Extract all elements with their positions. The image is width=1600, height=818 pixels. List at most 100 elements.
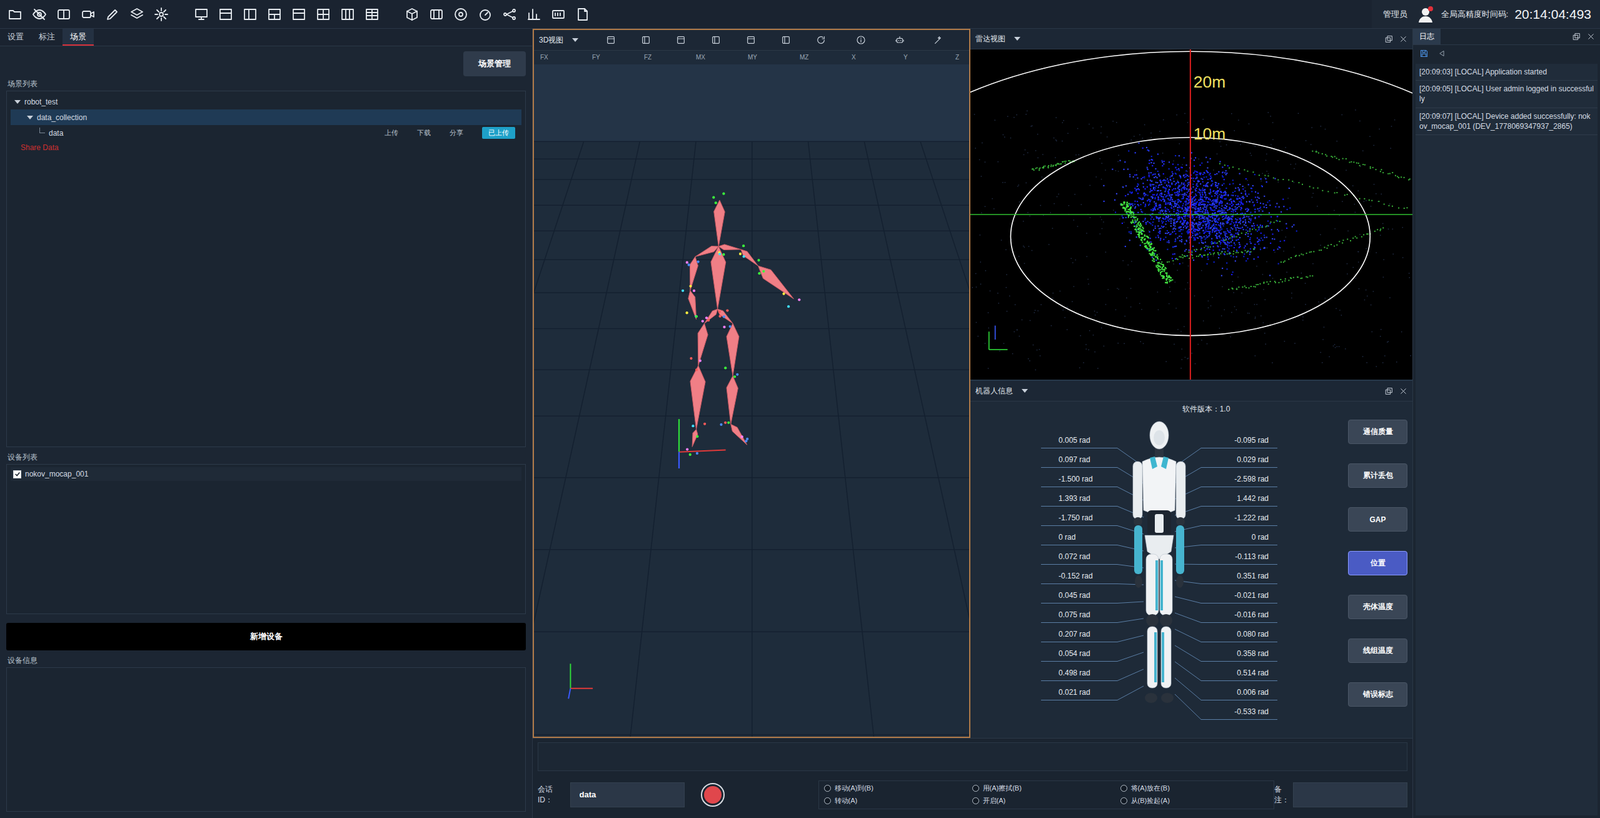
- camera-view-icon[interactable]: [710, 35, 721, 46]
- radio-dot[interactable]: [824, 797, 831, 805]
- action-radio[interactable]: 转动(A): [824, 794, 973, 808]
- save-icon[interactable]: [1419, 48, 1429, 59]
- device-row[interactable]: nokov_mocap_001: [10, 467, 522, 481]
- gear-icon[interactable]: [153, 6, 169, 22]
- tree-row[interactable]: data_collection: [10, 109, 522, 126]
- metric-button[interactable]: 位置: [1348, 550, 1408, 576]
- metric-button[interactable]: 通信质量: [1348, 419, 1408, 444]
- box-icon[interactable]: [550, 6, 566, 22]
- info-icon[interactable]: [855, 35, 866, 46]
- document-icon[interactable]: [575, 6, 591, 22]
- record-button[interactable]: [700, 782, 725, 807]
- tab[interactable]: 标注: [31, 28, 63, 46]
- action-radio[interactable]: 将(A)放在(B): [1120, 782, 1269, 795]
- camera-icon[interactable]: [80, 6, 96, 22]
- radio-dot[interactable]: [972, 784, 980, 792]
- scene-manager-button[interactable]: 场景管理: [463, 51, 526, 77]
- chart-icon[interactable]: [526, 6, 542, 22]
- action-radio[interactable]: 从(B)捡起(A): [1120, 794, 1269, 808]
- split-icon[interactable]: [56, 6, 72, 22]
- back-icon[interactable]: [1437, 49, 1446, 58]
- close-icon[interactable]: [1399, 35, 1408, 44]
- joint-value: 0.075 rad: [1041, 603, 1118, 623]
- layout-icon[interactable]: [242, 6, 258, 22]
- tree-row[interactable]: data上传下载分享已上传: [10, 125, 522, 141]
- add-device-button[interactable]: 新增设备: [6, 622, 526, 651]
- radio-dot[interactable]: [1120, 797, 1128, 805]
- camera-view-icon[interactable]: [745, 35, 756, 46]
- film-icon[interactable]: [428, 6, 444, 22]
- pen-icon[interactable]: [105, 6, 121, 22]
- layout-icon[interactable]: [266, 6, 282, 22]
- network-icon[interactable]: [502, 6, 518, 22]
- avatar-icon[interactable]: [1416, 5, 1435, 24]
- joint-value: 0.006 rad: [1201, 680, 1278, 701]
- metric-button[interactable]: GAP: [1348, 507, 1408, 532]
- left-panel: 设置标注场景场景管理场景列表robot_testdata_collectiond…: [0, 28, 533, 818]
- expand-toggle[interactable]: [26, 115, 34, 120]
- timecode: 20:14:04:493: [1514, 6, 1592, 22]
- action-radio[interactable]: 用(A)擦拭(B): [972, 782, 1121, 795]
- radio-dot[interactable]: [824, 784, 831, 792]
- share-data-link[interactable]: Share Data: [10, 140, 522, 152]
- camera-view-icon[interactable]: [675, 35, 686, 46]
- close-icon[interactable]: [1399, 387, 1408, 396]
- layers-icon[interactable]: [129, 6, 145, 22]
- dropdown-arrow[interactable]: [1014, 36, 1021, 41]
- disc-icon[interactable]: [453, 6, 469, 22]
- wand-icon[interactable]: [933, 35, 944, 46]
- dropdown-arrow[interactable]: [572, 38, 579, 42]
- layout-icon[interactable]: [315, 6, 331, 22]
- note-input[interactable]: [1293, 782, 1408, 808]
- tab[interactable]: 设置: [0, 28, 32, 46]
- monitor-icon[interactable]: [193, 6, 209, 22]
- session-label: 会话ID：: [537, 784, 567, 806]
- tree-label: data_collection: [36, 113, 87, 122]
- robot-icon[interactable]: [894, 35, 905, 46]
- radio-dot[interactable]: [972, 797, 980, 805]
- radar-canvas[interactable]: 20m10m: [970, 49, 1413, 380]
- left-joints: 0.005 rad0.097 rad-1.500 rad1.393 rad-1.…: [1041, 416, 1118, 701]
- cube-icon[interactable]: [404, 6, 420, 22]
- metric-button[interactable]: 累计丢包: [1348, 463, 1408, 488]
- scene-action[interactable]: 分享: [449, 128, 464, 138]
- camera-view-icon[interactable]: [780, 35, 791, 46]
- metric-button[interactable]: 错误标志: [1348, 682, 1408, 707]
- action-radio[interactable]: 开启(A): [972, 794, 1121, 808]
- expand-toggle[interactable]: [14, 100, 21, 104]
- folder-icon[interactable]: [7, 6, 23, 22]
- layout-icon[interactable]: [364, 6, 380, 22]
- hide-icon[interactable]: [31, 6, 47, 22]
- joint-value: 0.080 rad: [1201, 622, 1278, 643]
- refresh-icon[interactable]: [815, 35, 826, 46]
- layout-icon[interactable]: [291, 6, 307, 22]
- device-checkbox[interactable]: [13, 470, 22, 479]
- layout-icon[interactable]: [340, 6, 356, 22]
- camera-view-icon[interactable]: [640, 35, 651, 46]
- dropdown-arrow[interactable]: [1021, 388, 1028, 393]
- session-input[interactable]: [570, 782, 685, 808]
- camera-view-icon[interactable]: [605, 35, 616, 46]
- command-strip[interactable]: [537, 742, 1408, 771]
- scene-action[interactable]: 下载: [417, 128, 431, 138]
- tab[interactable]: 场景: [62, 28, 94, 46]
- action-radio[interactable]: 移动(A)到(B): [824, 782, 973, 795]
- joint-value: 0 rad: [1201, 525, 1278, 546]
- scene-list: robot_testdata_collectiondata上传下载分享已上传Sh…: [6, 90, 526, 448]
- layout-icon[interactable]: [218, 6, 234, 22]
- log-tab[interactable]: 日志: [1413, 28, 1441, 45]
- close-icon[interactable]: [1586, 32, 1595, 41]
- scene-action[interactable]: 上传: [384, 128, 399, 138]
- tree-row[interactable]: robot_test: [10, 93, 522, 110]
- float-icon[interactable]: [1384, 387, 1394, 396]
- log-entry: [20:09:07] [LOCAL] Device added successf…: [1415, 108, 1598, 136]
- float-icon[interactable]: [1384, 35, 1394, 44]
- metric-button[interactable]: 壳体温度: [1348, 594, 1408, 619]
- scene-3d[interactable]: [533, 64, 970, 737]
- metric-button[interactable]: 线组温度: [1348, 638, 1408, 663]
- device-name: nokov_mocap_001: [25, 469, 89, 479]
- radio-dot[interactable]: [1120, 784, 1128, 792]
- float-icon[interactable]: [1572, 32, 1581, 41]
- gauge-icon[interactable]: [477, 6, 493, 22]
- joint-value: 0.005 rad: [1041, 428, 1118, 449]
